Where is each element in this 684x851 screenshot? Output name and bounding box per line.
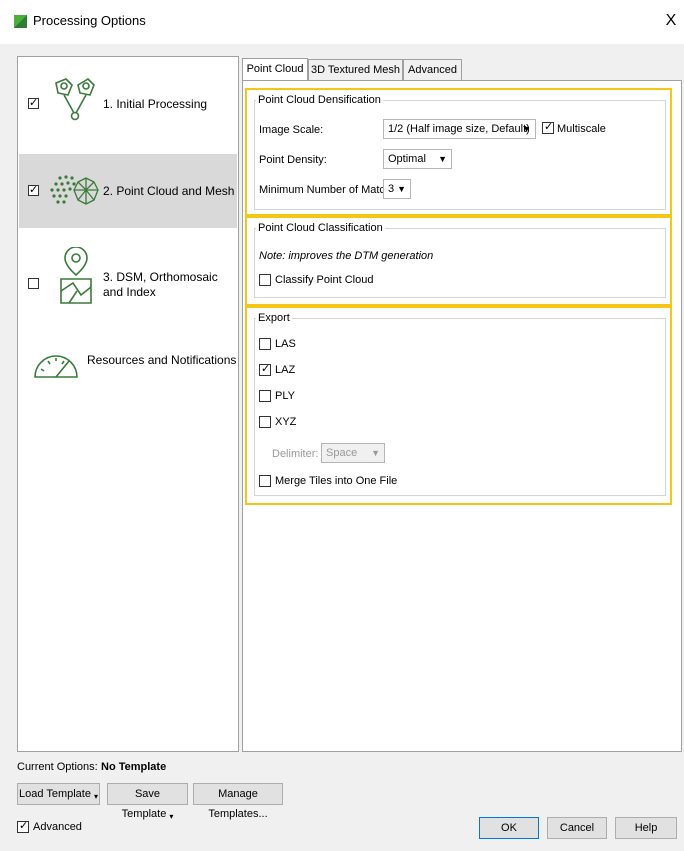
- advanced-checkbox[interactable]: ✓: [17, 820, 29, 833]
- point-cloud-mesh-checkbox[interactable]: ✓: [28, 184, 39, 196]
- point-cloud-icon: [50, 175, 99, 205]
- xyz-label: XYZ: [275, 416, 297, 428]
- manage-templates-button[interactable]: Manage Templates...: [193, 783, 283, 820]
- multiscale-checkbox[interactable]: ✓: [542, 121, 554, 134]
- delimiter-label: Delimiter:: [272, 448, 319, 460]
- save-template-button[interactable]: Save Template ▾: [107, 783, 188, 821]
- map-pin-icon: [60, 247, 92, 304]
- image-scale-label: Image Scale:: [259, 124, 324, 136]
- tab-3d-textured-mesh[interactable]: 3D Textured Mesh: [308, 59, 403, 80]
- cancel-button[interactable]: Cancel: [547, 817, 607, 839]
- tab-advanced[interactable]: Advanced: [403, 59, 462, 80]
- point-density-label: Point Density:: [259, 154, 327, 166]
- multiscale-label: Multiscale: [557, 123, 606, 135]
- dropdown-arrow-icon: ▾: [93, 792, 98, 801]
- current-options-value: No Template: [101, 761, 167, 773]
- chevron-down-icon: ▼: [371, 448, 380, 458]
- app-logo-icon: [14, 15, 27, 28]
- export-title: Export: [256, 312, 292, 324]
- chevron-down-icon: ▼: [522, 124, 531, 134]
- sidebar-item-label: 1. Initial Processing: [103, 97, 208, 111]
- ply-checkbox[interactable]: [259, 390, 271, 402]
- chevron-down-icon: ▼: [438, 154, 447, 164]
- export-group: [254, 318, 666, 496]
- ok-button[interactable]: OK: [479, 817, 539, 839]
- tab-point-cloud[interactable]: Point Cloud: [242, 58, 308, 81]
- help-button[interactable]: Help: [615, 817, 677, 839]
- ply-label: PLY: [275, 390, 295, 402]
- window-title: Processing Options: [33, 13, 146, 28]
- current-options-label: Current Options:: [17, 761, 98, 773]
- delimiter-select: Space ▼: [321, 443, 385, 463]
- sidebar-item-label: Resources and Notifications: [87, 353, 237, 367]
- laz-checkbox[interactable]: ✓: [259, 363, 271, 376]
- sidebar-item-label: 2. Point Cloud and Mesh: [103, 184, 235, 198]
- classification-group: [254, 228, 666, 298]
- sidebar-item-resources[interactable]: Resources and Notifications: [19, 327, 237, 387]
- initial-processing-checkbox[interactable]: ✓: [28, 97, 39, 109]
- dropdown-arrow-icon: ▾: [169, 812, 174, 821]
- min-matches-select[interactable]: 3 ▼: [383, 179, 411, 199]
- image-scale-select[interactable]: 1/2 (Half image size, Default) ▼: [383, 119, 536, 139]
- sidebar-item-label: 3. DSM, Orthomosaic and Index: [103, 270, 218, 299]
- sidebar-item-dsm-orthomosaic[interactable]: 3. DSM, Orthomosaic and Index: [19, 237, 237, 321]
- xyz-checkbox[interactable]: [259, 416, 271, 428]
- classify-point-cloud-label: Classify Point Cloud: [275, 274, 374, 286]
- laz-label: LAZ: [275, 364, 296, 376]
- sidebar: ✓ 1. Initial Processing ✓ 2. Point Cloud…: [17, 56, 239, 752]
- gauge-icon: [34, 355, 78, 378]
- advanced-label: Advanced: [33, 821, 82, 833]
- chevron-down-icon: ▼: [397, 184, 406, 194]
- close-button[interactable]: X: [662, 10, 680, 32]
- classification-title: Point Cloud Classification: [256, 222, 385, 234]
- las-checkbox[interactable]: [259, 338, 271, 350]
- dsm-orthomosaic-checkbox: [28, 278, 39, 289]
- classify-point-cloud-checkbox[interactable]: [259, 274, 271, 286]
- point-density-select[interactable]: Optimal ▼: [383, 149, 452, 169]
- densification-title: Point Cloud Densification: [256, 94, 383, 106]
- initial-processing-icon: [55, 77, 95, 121]
- sidebar-item-point-cloud-mesh[interactable]: ✓ 2. Point Cloud and Mesh: [19, 154, 237, 228]
- merge-tiles-label: Merge Tiles into One File: [275, 475, 398, 487]
- las-label: LAS: [275, 338, 296, 350]
- merge-tiles-checkbox[interactable]: [259, 475, 271, 487]
- classification-note: Note: improves the DTM generation: [259, 250, 434, 262]
- load-template-button[interactable]: Load Template ▾: [17, 783, 100, 805]
- sidebar-item-initial-processing[interactable]: ✓ 1. Initial Processing: [19, 57, 237, 153]
- title-bar: Processing Options X: [0, 0, 684, 44]
